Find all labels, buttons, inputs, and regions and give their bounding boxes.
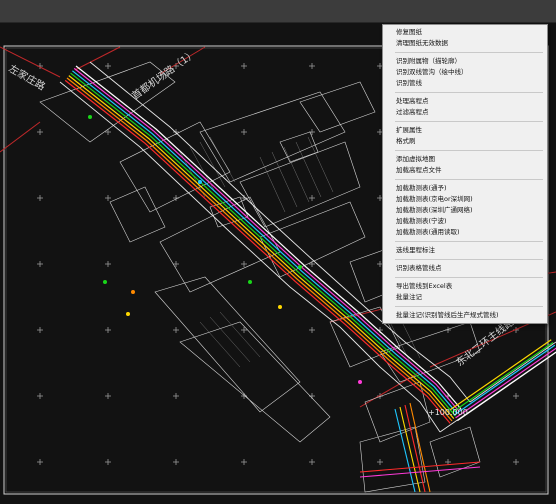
menu-item[interactable]: 加载勘测表(通用读取) (383, 227, 547, 238)
cad-application: 左家庄路 首都机场路（1） 东北二环主线路 +100.000 修复图纸 清理图纸无… (0, 0, 556, 504)
menu-separator (395, 241, 543, 242)
menu-item[interactable]: 修复图纸 (383, 27, 547, 38)
menu-item[interactable]: 加载勘测表(京电or深圳网) (383, 194, 547, 205)
menu-separator (395, 259, 543, 260)
menu-item[interactable]: 扩展属性 (383, 125, 547, 136)
menu-item[interactable]: 识别表格管线点 (383, 263, 547, 274)
menu-item[interactable]: 加载高程点文件 (383, 165, 547, 176)
pipe-point-markers (88, 115, 362, 384)
menu-item[interactable]: 批量注记(识别管线后生产规式管线) (383, 310, 547, 321)
menu-item[interactable]: 识别管线 (383, 78, 547, 89)
menu-item[interactable]: 处理高程点 (383, 96, 547, 107)
menu-separator (395, 306, 543, 307)
menu-item[interactable]: 清理图纸无效数据 (383, 38, 547, 49)
elevation-label: +100.000 (428, 408, 468, 417)
top-toolbar (0, 0, 556, 23)
menu-separator (395, 277, 543, 278)
menu-item[interactable]: 过滤高程点 (383, 107, 547, 118)
menu-item[interactable]: 识别双线管沟（绘中线） (383, 67, 547, 78)
menu-separator (395, 52, 543, 53)
menu-separator (395, 179, 543, 180)
menu-item[interactable]: 格式刷 (383, 136, 547, 147)
menu-item[interactable]: 批量注记 (383, 292, 547, 303)
menu-item[interactable]: 添加虚拟地图 (383, 154, 547, 165)
menu-item[interactable]: 导出管线到Excel表 (383, 281, 547, 292)
menu-item[interactable]: 加载勘测表(深圳广通网络) (383, 205, 547, 216)
menu-separator (395, 92, 543, 93)
menu-item[interactable]: 加载勘测表(宁波) (383, 216, 547, 227)
menu-item[interactable]: 识别附属物（描轮廓） (383, 56, 547, 67)
menu-separator (395, 121, 543, 122)
menu-separator (395, 150, 543, 151)
menu-item[interactable]: 加载勘测表(通予) (383, 183, 547, 194)
menu-item[interactable]: 选线里程标注 (383, 245, 547, 256)
context-menu: 修复图纸 清理图纸无效数据 识别附属物（描轮廓） 识别双线管沟（绘中线） 识别管线处理高… (382, 24, 548, 324)
